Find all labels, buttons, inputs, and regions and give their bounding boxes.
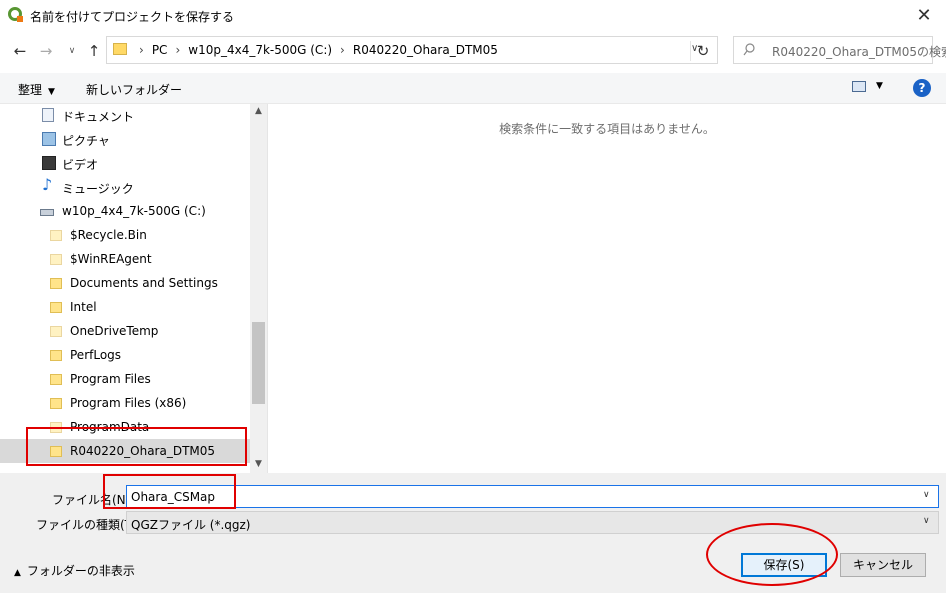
tree-item[interactable]: ♪ ミュージック (0, 175, 250, 199)
hide-folders-label: フォルダーの非表示 (26, 564, 135, 578)
search-icon (743, 43, 755, 56)
breadcrumb-separator-icon: › (340, 43, 345, 57)
tree-item[interactable]: Intel (0, 295, 250, 319)
tree-item-label: Intel (70, 300, 97, 314)
breadcrumb-separator-icon: › (175, 43, 181, 57)
organize-label: 整理 (18, 83, 43, 97)
search-input[interactable]: R040220_Ohara_DTM05の検索 (772, 43, 946, 60)
tree-item-label: w10p_4x4_7k-500G (C:) (62, 204, 206, 218)
folder-icon (50, 398, 62, 409)
pictures-icon (42, 132, 56, 146)
breadcrumb-pc[interactable]: PC (152, 43, 168, 57)
tree-item[interactable]: Documents and Settings (0, 271, 250, 295)
tree-item-label: $WinREAgent (70, 252, 152, 266)
tree-item[interactable]: ピクチャ (0, 127, 250, 151)
tree-item-label: Documents and Settings (70, 276, 218, 290)
shortcut-folder-icon (50, 278, 62, 289)
help-icon[interactable]: ? (913, 79, 931, 97)
folder-icon (50, 254, 62, 265)
filename-dropdown-icon[interactable]: ∨ (923, 490, 930, 500)
scroll-up-icon[interactable]: ▲ (250, 106, 267, 116)
filetype-value: QGZファイル (*.qgz) (131, 518, 251, 532)
annotation-circle-save-button (706, 523, 838, 586)
folder-icon (50, 230, 62, 241)
filename-field[interactable]: Ohara_CSMap ∨ (126, 485, 939, 508)
tree-item[interactable]: OneDriveTemp (0, 319, 250, 343)
back-arrow-icon[interactable]: ← (10, 41, 30, 61)
hide-folders-toggle[interactable]: ▲ フォルダーの非表示 (14, 562, 135, 579)
tree-item[interactable]: PerfLogs (0, 343, 250, 367)
file-list-pane[interactable]: 検索条件に一致する項目はありません。 (268, 104, 946, 473)
folder-icon (50, 326, 62, 337)
close-icon[interactable]: ✕ (912, 4, 936, 28)
scroll-down-icon[interactable]: ▼ (250, 459, 267, 469)
drive-icon (40, 209, 54, 216)
empty-results-message: 検索条件に一致する項目はありません。 (499, 122, 715, 136)
tree-item[interactable]: $WinREAgent (0, 247, 250, 271)
search-box[interactable]: R040220_Ohara_DTM05の検索 (733, 36, 946, 64)
tree-item[interactable]: Program Files (x86) (0, 391, 250, 415)
tree-item[interactable]: ドキュメント (0, 104, 250, 127)
tree-item-label: OneDriveTemp (70, 324, 159, 338)
window-title: 名前を付けてプロジェクトを保存する (30, 10, 235, 24)
tree-item-label: $Recycle.Bin (70, 228, 147, 242)
filetype-dropdown-icon[interactable]: ∨ (923, 516, 930, 526)
annotation-highlight-filename (103, 474, 236, 509)
tree-item[interactable]: Program Files (0, 367, 250, 391)
tree-item-label: PerfLogs (70, 348, 122, 362)
documents-icon (42, 108, 54, 122)
recent-locations-chevron-icon[interactable]: ∨ (62, 41, 82, 61)
folder-icon (50, 302, 62, 313)
address-bar[interactable]: › PC › w10p_4x4_7k-500G (C:) › R040220_Ohara_… (106, 36, 718, 64)
breadcrumb[interactable]: › PC › w10p_4x4_7k-500G (C:) › R040220_Ohara_… (131, 43, 498, 57)
tree-item-label: ビデオ (62, 158, 99, 172)
qgis-logo-icon (8, 7, 23, 22)
new-folder-button[interactable]: 新しいフォルダー (86, 81, 182, 98)
tree-item[interactable]: $Recycle.Bin (0, 223, 250, 247)
caret-up-icon: ▲ (14, 568, 21, 578)
folder-icon (50, 350, 62, 361)
caret-down-icon: ▼ (48, 87, 55, 97)
command-bar: 整理 ▼ 新しいフォルダー ▼ ? (0, 73, 946, 104)
organize-menu-button[interactable]: 整理 ▼ (18, 81, 55, 98)
folder-icon (50, 374, 62, 385)
tree-item[interactable]: ビデオ (0, 151, 250, 175)
video-icon (42, 156, 56, 170)
tree-item-label: Program Files (70, 372, 151, 386)
breadcrumb-separator-icon: › (139, 43, 144, 57)
breadcrumb-folder[interactable]: R040220_Ohara_DTM05 (353, 43, 498, 57)
tree-item-label: ドキュメント (62, 110, 135, 124)
music-icon: ♪ (42, 175, 53, 194)
refresh-icon[interactable]: ↻ (690, 41, 715, 61)
view-caret-down-icon[interactable]: ▼ (876, 81, 883, 91)
tree-item-label: ミュージック (62, 182, 134, 196)
view-options-icon[interactable] (852, 81, 866, 92)
breadcrumb-drive[interactable]: w10p_4x4_7k-500G (C:) (188, 43, 332, 57)
folder-icon (113, 43, 127, 55)
tree-item-label: Program Files (x86) (70, 396, 187, 410)
annotation-highlight-selected-folder (26, 427, 247, 466)
tree-item[interactable]: w10p_4x4_7k-500G (C:) (0, 199, 250, 223)
up-arrow-icon[interactable]: ↑ (84, 41, 104, 61)
title-bar: 名前を付けてプロジェクトを保存する ✕ (0, 0, 946, 32)
cancel-button[interactable]: キャンセル (840, 553, 926, 577)
navigation-scrollbar[interactable]: ▲ ▼ (250, 104, 267, 473)
tree-item-label: ピクチャ (62, 134, 110, 148)
navigation-pane[interactable]: ドキュメント ピクチャビデオ ♪ ミュージック w10p_4x4_7k-500G (C:… (0, 104, 268, 473)
forward-arrow-icon[interactable]: → (36, 41, 56, 61)
scrollbar-thumb[interactable] (252, 322, 265, 404)
